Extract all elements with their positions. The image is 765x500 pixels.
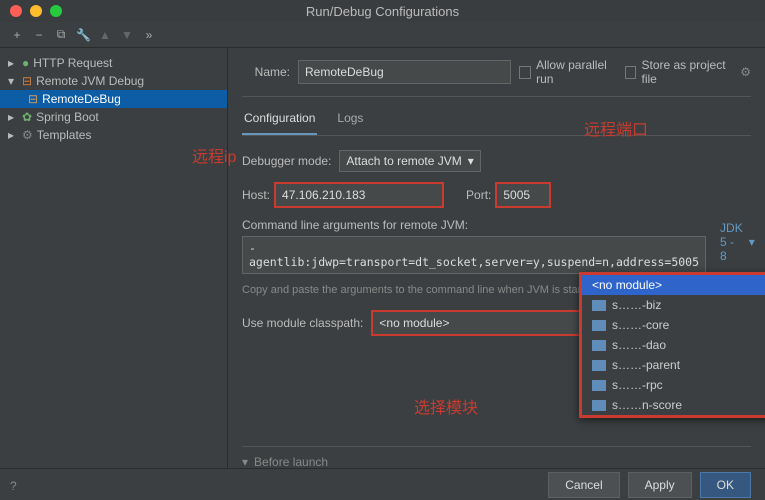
folder-icon (592, 320, 606, 331)
ok-button[interactable]: OK (700, 472, 751, 498)
tab-logs[interactable]: Logs (335, 107, 365, 135)
popup-item[interactable]: <no module> (582, 275, 765, 295)
tree-label: Templates (37, 128, 92, 142)
tree-label: HTTP Request (33, 56, 112, 70)
tree-item-spring[interactable]: ▸✿Spring Boot (0, 108, 227, 126)
folder-icon (592, 360, 606, 371)
allow-parallel-checkbox[interactable]: Allow parallel run (519, 58, 616, 86)
cmdline-field[interactable]: -agentlib:jdwp=transport=dt_socket,serve… (242, 236, 706, 274)
module-classpath-label: Use module classpath: (242, 316, 363, 330)
debugger-mode-label: Debugger mode: (242, 154, 331, 168)
popup-item[interactable]: s……-parent (582, 355, 765, 375)
port-field[interactable] (495, 182, 551, 208)
expand-icon[interactable]: » (142, 28, 156, 42)
port-label: Port: (466, 188, 491, 202)
apply-button[interactable]: Apply (628, 472, 692, 498)
down-icon[interactable]: ▼ (120, 28, 134, 42)
chevron-down-icon: ▾ (468, 154, 474, 168)
name-label: Name: (242, 65, 290, 79)
config-tree[interactable]: ▸●HTTP Request ▾⊟Remote JVM Debug ⊟Remot… (0, 48, 228, 468)
titlebar: Run/Debug Configurations (0, 0, 765, 22)
popup-item[interactable]: s……n-score (582, 395, 765, 415)
gear-icon[interactable]: ⚙ (740, 65, 751, 79)
jdk-select[interactable]: JDK 5 - 8 ▾ (714, 218, 761, 266)
host-field[interactable] (274, 182, 444, 208)
window-title: Run/Debug Configurations (0, 4, 765, 19)
folder-icon (592, 340, 606, 351)
toolbar: + − ⧉ 🔧 ▲ ▼ » (0, 22, 765, 48)
chevron-down-icon: ▾ (242, 455, 248, 468)
content-panel: Name: Allow parallel run Store as projec… (228, 48, 765, 468)
host-label: Host: (242, 188, 270, 202)
popup-item[interactable]: s……-biz (582, 295, 765, 315)
popup-item[interactable]: s……-dao (582, 335, 765, 355)
remove-icon[interactable]: − (32, 28, 46, 42)
tree-item-http[interactable]: ▸●HTTP Request (0, 54, 227, 72)
tree-item-remote-jvm[interactable]: ▾⊟Remote JVM Debug (0, 72, 227, 90)
popup-item[interactable]: s……-rpc (582, 375, 765, 395)
dialog-footer: ? Cancel Apply OK (0, 468, 765, 500)
tree-item-remotedebug[interactable]: ⊟RemoteDeBug (0, 90, 227, 108)
tree-item-templates[interactable]: ▸⚙Templates (0, 126, 227, 144)
tree-label: Remote JVM Debug (36, 74, 144, 88)
tab-configuration[interactable]: Configuration (242, 107, 317, 135)
help-icon[interactable]: ? (10, 479, 17, 493)
folder-icon (592, 380, 606, 391)
tree-label: RemoteDeBug (42, 92, 121, 106)
name-field[interactable] (298, 60, 511, 84)
cancel-button[interactable]: Cancel (548, 472, 619, 498)
tree-label: Spring Boot (36, 110, 99, 124)
settings-icon[interactable]: 🔧 (76, 28, 90, 42)
cmdline-label: Command line arguments for remote JVM: (242, 218, 706, 232)
module-popup: <no module> s……-biz s……-core s……-dao s……… (579, 272, 765, 418)
folder-icon (592, 300, 606, 311)
popup-item[interactable]: s……-core (582, 315, 765, 335)
add-icon[interactable]: + (10, 28, 24, 42)
debugger-mode-select[interactable]: Attach to remote JVM▾ (339, 150, 480, 172)
folder-icon (592, 400, 606, 411)
tabs: Configuration Logs (242, 107, 751, 136)
up-icon[interactable]: ▲ (98, 28, 112, 42)
store-project-checkbox[interactable]: Store as project file (625, 58, 732, 86)
copy-icon[interactable]: ⧉ (54, 27, 68, 42)
before-launch-section[interactable]: ▾Before launch (242, 446, 751, 468)
